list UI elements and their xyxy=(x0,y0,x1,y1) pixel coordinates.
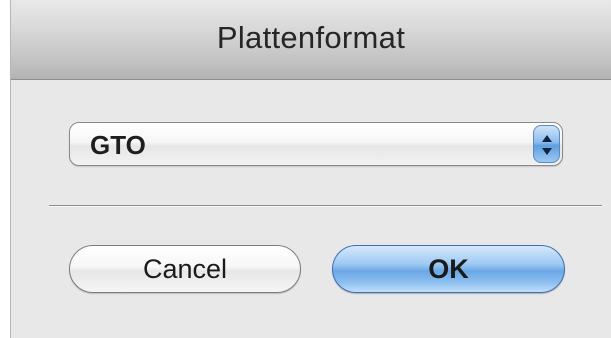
title-bar[interactable]: Plattenformat xyxy=(11,0,611,80)
dialog-window: Plattenformat GTO Cancel OK xyxy=(10,0,611,338)
ok-button[interactable]: OK xyxy=(332,245,565,293)
window-title: Plattenformat xyxy=(216,20,406,55)
separator-line xyxy=(49,205,602,207)
format-popup-value: GTO xyxy=(90,130,146,160)
updown-arrows-icon xyxy=(533,125,560,163)
format-popup-button[interactable]: GTO xyxy=(69,122,563,166)
cancel-button[interactable]: Cancel xyxy=(69,245,301,293)
